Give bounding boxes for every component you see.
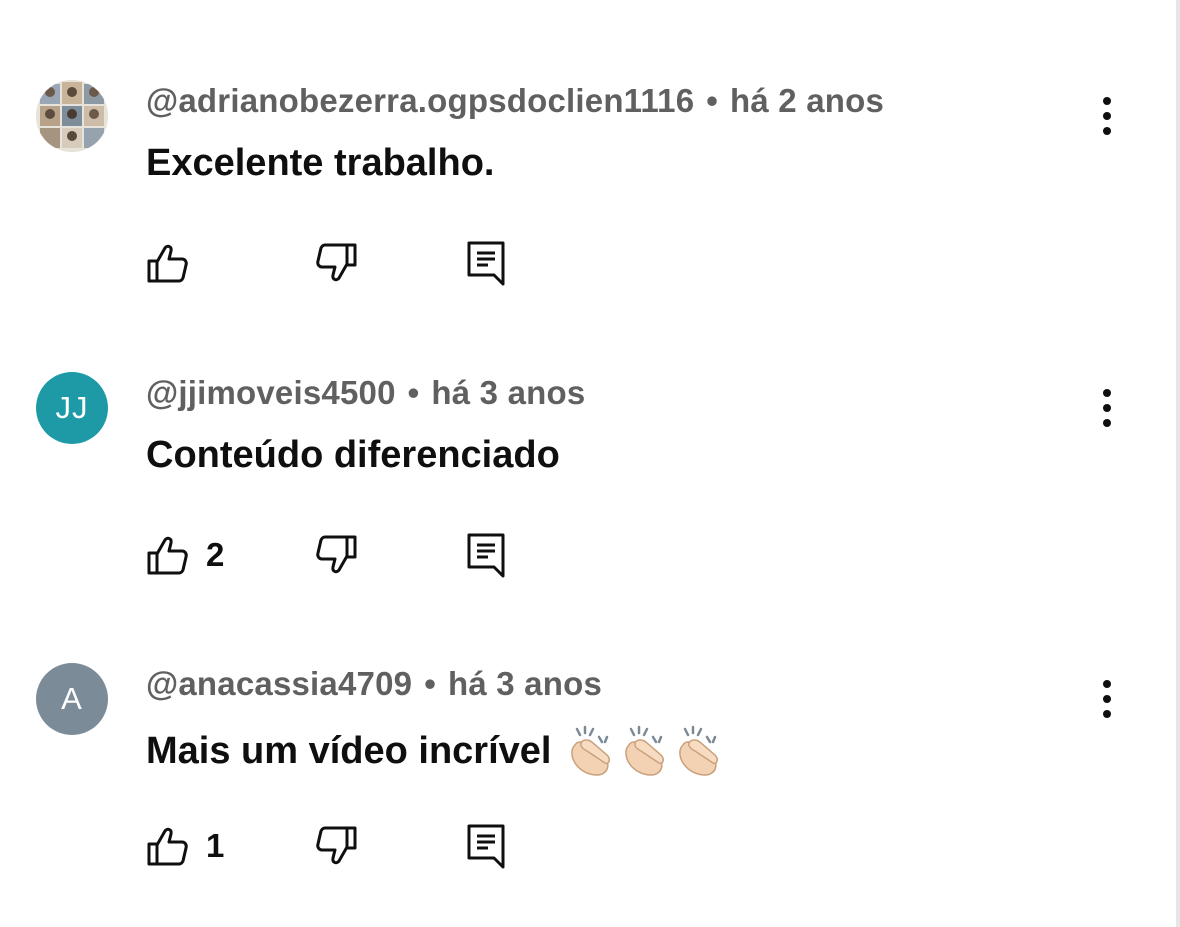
clapping-hands-icon — [679, 725, 719, 776]
more-vertical-icon — [1103, 97, 1111, 135]
comment-text: Conteúdo diferenciado — [146, 434, 560, 477]
author-handle[interactable]: @anacassia4709 — [146, 665, 412, 702]
right-edge-divider — [1176, 0, 1180, 927]
like-count: 1 — [206, 827, 225, 864]
more-vertical-icon — [1103, 680, 1111, 718]
comment-item: @adrianobezerra.ogpsdoclien1116 • há 2 ano… — [0, 80, 1170, 340]
separator-dot: • — [706, 82, 719, 119]
dislike-button[interactable] — [314, 821, 358, 871]
avatar-initials: JJ — [55, 390, 89, 425]
separator-dot: • — [407, 374, 420, 411]
clapping-hands-icon — [625, 725, 665, 776]
reply-button[interactable] — [466, 530, 506, 580]
thumbs-up-icon — [147, 536, 188, 575]
comment-meta: @anacassia4709 • há 3 anos — [146, 665, 602, 703]
thumbs-down-icon — [316, 826, 357, 865]
more-vertical-icon — [1103, 389, 1111, 427]
more-options-button[interactable] — [1090, 94, 1124, 138]
author-handle[interactable]: @adrianobezerra.ogpsdoclien1116 — [146, 82, 694, 119]
reply-button[interactable] — [466, 238, 506, 288]
comment-text-content: Mais um vídeo incrível — [146, 729, 552, 772]
comment-text: Mais um vídeo incrível — [146, 725, 725, 777]
comment-item: A @anacassia4709 • há 3 anos Mais um vídeo… — [0, 663, 1170, 923]
comment-actions: 1 — [146, 821, 746, 871]
reply-button[interactable] — [466, 821, 506, 871]
avatar[interactable]: JJ — [36, 372, 108, 444]
thumbs-down-icon — [316, 535, 357, 574]
avatar[interactable]: A — [36, 663, 108, 735]
comment-text-content: Conteúdo diferenciado — [146, 434, 560, 476]
thumbs-up-icon — [147, 827, 188, 866]
comment-actions — [146, 238, 746, 288]
avatar[interactable] — [36, 80, 108, 152]
comment-time[interactable]: há 3 anos — [448, 665, 602, 702]
comment-text: Excelente trabalho. — [146, 142, 494, 185]
comment-reply-icon — [467, 241, 505, 286]
like-button[interactable]: 1 — [146, 821, 224, 871]
like-count: 2 — [206, 536, 225, 573]
separator-dot: • — [424, 665, 436, 702]
dislike-button[interactable] — [314, 530, 358, 580]
comment-time[interactable]: há 2 anos — [730, 82, 884, 119]
more-options-button[interactable] — [1090, 386, 1124, 430]
comment-meta: @jjimoveis4500 • há 3 anos — [146, 374, 585, 412]
author-handle[interactable]: @jjimoveis4500 — [146, 374, 396, 411]
emoji-group — [567, 725, 725, 777]
comment-time[interactable]: há 3 anos — [431, 374, 585, 411]
dislike-button[interactable] — [314, 238, 358, 288]
comment-reply-icon — [467, 824, 505, 869]
comment-actions: 2 — [146, 530, 746, 580]
thumbs-down-icon — [316, 243, 357, 282]
comment-reply-icon — [467, 533, 505, 578]
like-button[interactable]: 2 — [146, 530, 224, 580]
more-options-button[interactable] — [1090, 677, 1124, 721]
avatar-initials: A — [61, 681, 83, 716]
like-button[interactable] — [146, 238, 206, 288]
thumbs-up-icon — [147, 244, 188, 283]
comment-item: JJ @jjimoveis4500 • há 3 anos Conteúdo dif… — [0, 372, 1170, 632]
comment-meta: @adrianobezerra.ogpsdoclien1116 • há 2 ano… — [146, 82, 884, 120]
clapping-hands-icon — [571, 725, 611, 776]
comment-text-content: Excelente trabalho. — [146, 142, 495, 184]
